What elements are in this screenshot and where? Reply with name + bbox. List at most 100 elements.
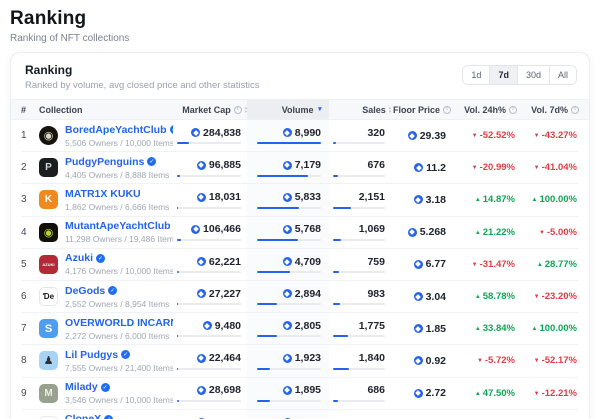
sales-cell-value: 676 xyxy=(367,159,385,171)
sales-cell-bar xyxy=(333,400,385,402)
market-cap-cell: 62,221 xyxy=(173,256,247,274)
market-cap-cell-bar xyxy=(177,368,241,370)
table-row[interactable]: 9MMilady✓3,546 Owners / 10,000 Items28,6… xyxy=(21,378,579,410)
floor-price-value: 11.2 xyxy=(414,162,446,174)
table-row[interactable]: 1◉BoredApeYachtClub✓5,506 Owners / 10,00… xyxy=(21,120,579,152)
table-row[interactable]: 8♟Lil Pudgys✓7,555 Owners / 21,400 Items… xyxy=(21,345,579,377)
header-market-cap[interactable]: Market Cap i ▴▾ xyxy=(173,105,247,115)
collection-name-link[interactable]: MATR1X KUKU xyxy=(65,188,141,200)
table-row[interactable]: 4◉MutantApeYachtClub✓11,298 Owners / 19,… xyxy=(21,217,579,249)
collection-text: BoredApeYachtClub✓5,506 Owners / 10,000 … xyxy=(65,124,173,148)
eth-icon xyxy=(197,193,206,202)
collection-name-link[interactable]: Azuki xyxy=(65,252,93,264)
collection-name-link[interactable]: PudgyPenguins xyxy=(65,156,144,168)
info-icon[interactable]: i xyxy=(571,106,579,114)
floor-price-cell: 0.92 xyxy=(391,355,451,367)
volume-cell-bar xyxy=(257,335,321,337)
collection-name-link[interactable]: CloneX xyxy=(65,413,101,419)
eth-icon xyxy=(414,292,423,301)
floor-price-value: 2.72 xyxy=(414,387,446,399)
volume-cell-value: 4,709 xyxy=(283,256,321,268)
filter-button-1d[interactable]: 1d xyxy=(463,66,489,84)
market-cap-cell: 106,466 xyxy=(173,223,247,241)
sales-cell-value: 2,151 xyxy=(359,191,385,203)
sales-cell-bar xyxy=(333,368,385,370)
sales-cell: 983 xyxy=(329,288,391,306)
volume-cell: 5,833 xyxy=(247,184,329,215)
eth-icon xyxy=(191,128,200,137)
table-row[interactable]: 3KMATR1X KUKU1,862 Owners / 6,666 Items1… xyxy=(21,184,579,216)
collection-name-link[interactable]: DeGods xyxy=(65,285,105,297)
table-row[interactable]: 6ƊeDeGods✓2,552 Owners / 8,954 Items27,2… xyxy=(21,281,579,313)
floor-price-value: 1.85 xyxy=(414,323,446,335)
owners-items-label: 2,272 Owners / 6,000 Items xyxy=(65,331,173,341)
info-icon[interactable]: i xyxy=(443,106,451,114)
eth-icon xyxy=(191,225,200,234)
volume-cell-bar xyxy=(257,239,321,241)
filter-button-all[interactable]: All xyxy=(549,66,576,84)
volume-cell-bar xyxy=(257,400,321,402)
sales-cell-value: 1,775 xyxy=(359,320,385,332)
owners-items-label: 1,862 Owners / 6,666 Items xyxy=(65,202,169,212)
triangle-down-icon: ▼ xyxy=(472,165,478,171)
header-vol-24h[interactable]: Vol. 24h% i xyxy=(451,105,517,115)
sales-cell-bar xyxy=(333,271,385,273)
header-volume[interactable]: Volume ▼ xyxy=(247,100,329,119)
vol-24h-cell: ▲33.84% xyxy=(451,323,517,334)
floor-price-cell: 2.72 xyxy=(391,387,451,399)
collection-name-link[interactable]: Milady xyxy=(65,381,98,393)
eth-icon xyxy=(197,354,206,363)
collection-avatar: P xyxy=(39,158,58,177)
table-row[interactable]: 7SOVERWORLD INCARNA2,272 Owners / 6,000 … xyxy=(21,313,579,345)
market-cap-cell-bar xyxy=(177,239,241,241)
volume-cell-bar xyxy=(257,175,321,177)
table-row[interactable]: 10➤CloneX✓9,671 Owners / 19,518 Items28,… xyxy=(21,410,579,419)
vol-7d-cell: ▼-12.21% xyxy=(517,388,579,399)
table-row[interactable]: 5AZUKIAzuki✓4,176 Owners / 10,000 Items6… xyxy=(21,249,579,281)
collection-name-link[interactable]: Lil Pudgys xyxy=(65,349,118,361)
market-cap-cell-value: 27,227 xyxy=(197,288,241,300)
eth-icon xyxy=(283,289,292,298)
info-icon[interactable]: i xyxy=(234,106,242,114)
volume-cell: 2,805 xyxy=(247,313,329,344)
rank-cell: 8 xyxy=(21,355,39,366)
market-cap-cell-value: 62,221 xyxy=(197,256,241,268)
collection-cell: ♟Lil Pudgys✓7,555 Owners / 21,400 Items xyxy=(39,349,173,373)
sales-cell-bar xyxy=(333,239,385,241)
floor-price-cell: 6.77 xyxy=(391,258,451,270)
market-cap-cell: 27,227 xyxy=(173,288,247,306)
triangle-down-icon: ▼ xyxy=(534,358,540,364)
filter-button-30d[interactable]: 30d xyxy=(517,66,549,84)
sales-cell: 759 xyxy=(329,256,391,274)
collection-name-link[interactable]: MutantApeYachtClub xyxy=(65,220,171,232)
collection-name-link[interactable]: BoredApeYachtClub xyxy=(65,124,167,136)
sales-cell-value: 320 xyxy=(367,127,385,139)
triangle-up-icon: ▲ xyxy=(475,326,481,332)
volume-cell: 1,548 xyxy=(247,410,329,419)
owners-items-label: 11,298 Owners / 19,486 Items xyxy=(65,234,173,244)
collection-text: Lil Pudgys✓7,555 Owners / 21,400 Items xyxy=(65,349,173,373)
sales-cell: 320 xyxy=(329,127,391,145)
triangle-up-icon: ▲ xyxy=(475,294,481,300)
sales-cell-bar xyxy=(333,335,385,337)
sales-cell-value: 1,069 xyxy=(359,223,385,235)
verified-badge-icon: ✓ xyxy=(121,350,130,359)
header-floor-price[interactable]: Floor Price i xyxy=(391,105,451,115)
collection-name-line: MATR1X KUKU xyxy=(65,188,169,200)
market-cap-cell-value: 28,698 xyxy=(197,384,241,396)
collection-text: PudgyPenguins✓4,405 Owners / 8,888 Items xyxy=(65,156,169,180)
info-icon[interactable]: i xyxy=(509,106,517,114)
collection-name-link[interactable]: OVERWORLD INCARNA xyxy=(65,317,173,329)
table-row[interactable]: 2PPudgyPenguins✓4,405 Owners / 8,888 Ite… xyxy=(21,152,579,184)
sales-cell: 676 xyxy=(329,159,391,177)
triangle-up-icon: ▲ xyxy=(537,262,543,268)
triangle-up-icon: ▲ xyxy=(532,326,538,332)
volume-cell-bar xyxy=(257,303,321,305)
triangle-down-icon: ▼ xyxy=(534,294,540,300)
filter-button-7d[interactable]: 7d xyxy=(489,66,517,84)
owners-items-label: 3,546 Owners / 10,000 Items xyxy=(65,395,173,405)
header-vol-7d[interactable]: Vol. 7d% i xyxy=(517,105,579,115)
sort-desc-icon[interactable]: ▼ xyxy=(317,106,323,113)
eth-icon xyxy=(283,321,292,330)
header-sales[interactable]: Sales ▴▾ xyxy=(329,105,391,115)
